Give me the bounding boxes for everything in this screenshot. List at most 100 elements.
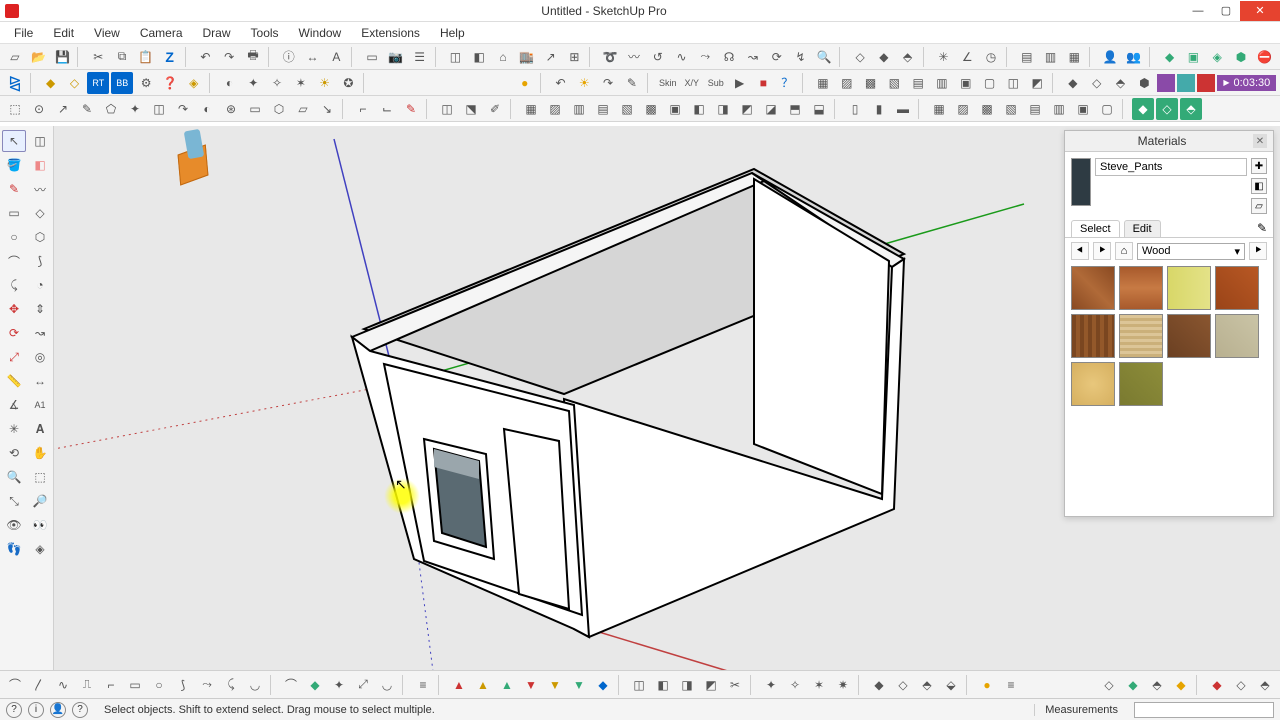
- bt-i2-icon[interactable]: ◇: [1230, 674, 1252, 696]
- r2-6-icon[interactable]: ❓: [159, 72, 181, 94]
- r3-47-icon[interactable]: ⬘: [1180, 98, 1202, 120]
- r3-17-icon[interactable]: ✎: [400, 98, 422, 120]
- curve1-icon[interactable]: 〰: [623, 46, 645, 68]
- bt-h2-icon[interactable]: ◆: [1122, 674, 1144, 696]
- spiral-icon[interactable]: ➰: [599, 46, 621, 68]
- pan-tool-icon[interactable]: ✋: [28, 442, 52, 464]
- new-icon[interactable]: ▱: [4, 46, 26, 68]
- swatch-wood3[interactable]: [1167, 266, 1211, 310]
- r3-28-icon[interactable]: ◧: [688, 98, 710, 120]
- status-user-icon[interactable]: 👤: [50, 702, 66, 718]
- rotated-rect-tool-icon[interactable]: ◇: [28, 202, 52, 224]
- r3-43-icon[interactable]: ▣: [1072, 98, 1094, 120]
- bt-c7-icon[interactable]: ◆: [592, 674, 614, 696]
- material-name-input[interactable]: [1095, 158, 1247, 176]
- mirror-icon[interactable]: ⧎: [4, 72, 26, 94]
- status-help-icon[interactable]: ?: [72, 702, 88, 718]
- r2-bb-icon[interactable]: BB: [111, 72, 133, 94]
- r3-14-icon[interactable]: ↘: [316, 98, 338, 120]
- r3-5-icon[interactable]: ⬠: [100, 98, 122, 120]
- r3-33-icon[interactable]: ⬓: [808, 98, 830, 120]
- r2-7-icon[interactable]: ◈: [183, 72, 205, 94]
- close-button[interactable]: ✕: [1240, 1, 1280, 21]
- timer-rec-icon[interactable]: [1157, 74, 1175, 92]
- undo-z-icon[interactable]: Z: [159, 46, 181, 68]
- bt-16-icon[interactable]: ◡: [376, 674, 398, 696]
- undo-icon[interactable]: ↶: [194, 46, 216, 68]
- orbit-tool-icon[interactable]: ⟲: [2, 442, 26, 464]
- r2-13-icon[interactable]: ✪: [338, 72, 360, 94]
- r3-32-icon[interactable]: ⬒: [784, 98, 806, 120]
- r3-46-icon[interactable]: ◇: [1156, 98, 1178, 120]
- r2-g6-icon[interactable]: ▥: [931, 72, 953, 94]
- color4-icon[interactable]: ⬢: [1230, 46, 1252, 68]
- bt-e4-icon[interactable]: ✷: [832, 674, 854, 696]
- proj1-icon[interactable]: ◇: [849, 46, 871, 68]
- 3pt-arc-tool-icon[interactable]: ⤹: [2, 274, 26, 296]
- dimension-tool-icon[interactable]: ↔: [28, 370, 52, 392]
- r2-g3-icon[interactable]: ▩: [860, 72, 882, 94]
- r3-24-icon[interactable]: ▤: [592, 98, 614, 120]
- curve2-icon[interactable]: ↺: [647, 46, 669, 68]
- bt-13-icon[interactable]: ◆: [304, 674, 326, 696]
- r2-h2-icon[interactable]: ◇: [1086, 72, 1108, 94]
- 2pt-arc-tool-icon[interactable]: ⟆: [28, 250, 52, 272]
- mat-back-icon[interactable]: ⯇: [1071, 242, 1089, 260]
- text-tool-icon[interactable]: A1: [28, 394, 52, 416]
- menu-help[interactable]: Help: [432, 24, 473, 42]
- r2-1-icon[interactable]: ◆: [40, 72, 62, 94]
- share-icon[interactable]: ↗: [540, 46, 562, 68]
- bt-4-icon[interactable]: ⎍: [76, 674, 98, 696]
- create-material-icon[interactable]: ✚: [1251, 158, 1267, 174]
- r2-h3-icon[interactable]: ⬘: [1110, 72, 1132, 94]
- r3-10-icon[interactable]: ⊛: [220, 98, 242, 120]
- r3-13-icon[interactable]: ▱: [292, 98, 314, 120]
- axes-tool-icon[interactable]: ✳: [2, 418, 26, 440]
- r3-23-icon[interactable]: ▥: [568, 98, 590, 120]
- bt-c4-icon[interactable]: ▼: [520, 674, 542, 696]
- ext-icon[interactable]: ⊞: [564, 46, 586, 68]
- bt-c6-icon[interactable]: ▼: [568, 674, 590, 696]
- prev-view-tool-icon[interactable]: 🔎: [28, 490, 52, 512]
- r3-15-icon[interactable]: ⌐: [352, 98, 374, 120]
- warehouse-icon[interactable]: 🏬: [516, 46, 538, 68]
- r2-rt-icon[interactable]: RT: [87, 72, 109, 94]
- dims-icon[interactable]: ↔: [302, 46, 324, 68]
- menu-file[interactable]: File: [6, 24, 41, 42]
- r3-34-icon[interactable]: ▯: [844, 98, 866, 120]
- r2-g8-icon[interactable]: ▢: [979, 72, 1001, 94]
- swatch-wood1[interactable]: [1071, 266, 1115, 310]
- clock-icon[interactable]: ◷: [980, 46, 1002, 68]
- viewport[interactable]: ↖ Materials ✕ ✚ ◧ ▱ Select Edit ✎ ⯇ ⯈ ⌂: [54, 126, 1280, 692]
- text-icon[interactable]: A: [325, 46, 347, 68]
- paste-icon[interactable]: 📋: [135, 46, 157, 68]
- bt-g1-icon[interactable]: ●: [976, 674, 998, 696]
- position-cam-tool-icon[interactable]: 👁: [2, 514, 26, 536]
- r2-sub-icon[interactable]: Sub: [705, 72, 727, 94]
- r3-45-icon[interactable]: ◆: [1132, 98, 1154, 120]
- measurements-input[interactable]: [1134, 702, 1274, 718]
- bt-d1-icon[interactable]: ◫: [628, 674, 650, 696]
- menu-window[interactable]: Window: [291, 24, 350, 42]
- arc-tool-icon[interactable]: ⌒: [2, 250, 26, 272]
- r2-12-icon[interactable]: ☀: [314, 72, 336, 94]
- print-icon[interactable]: 🖶: [242, 46, 264, 68]
- minimize-button[interactable]: —: [1184, 1, 1212, 21]
- r3-19-icon[interactable]: ⬔: [460, 98, 482, 120]
- r2-skin-icon[interactable]: Skin: [657, 72, 679, 94]
- scale-tool-icon[interactable]: ⤢: [2, 346, 26, 368]
- r3-30-icon[interactable]: ◩: [736, 98, 758, 120]
- bt-11-icon[interactable]: ◡: [244, 674, 266, 696]
- bt-i1-icon[interactable]: ◆: [1206, 674, 1228, 696]
- r3-18-icon[interactable]: ◫: [436, 98, 458, 120]
- curve4-icon[interactable]: ⤳: [694, 46, 716, 68]
- protractor-tool-icon[interactable]: ∡: [2, 394, 26, 416]
- r2-xy-icon[interactable]: X/Y: [681, 72, 703, 94]
- curve6-icon[interactable]: ↝: [742, 46, 764, 68]
- r3-27-icon[interactable]: ▣: [664, 98, 686, 120]
- r2-g9-icon[interactable]: ◫: [1002, 72, 1024, 94]
- r3-3-icon[interactable]: ↗: [52, 98, 74, 120]
- zoomwin-tool-icon[interactable]: ⬚: [28, 466, 52, 488]
- r3-35-icon[interactable]: ▮: [868, 98, 890, 120]
- bt-f3-icon[interactable]: ⬘: [916, 674, 938, 696]
